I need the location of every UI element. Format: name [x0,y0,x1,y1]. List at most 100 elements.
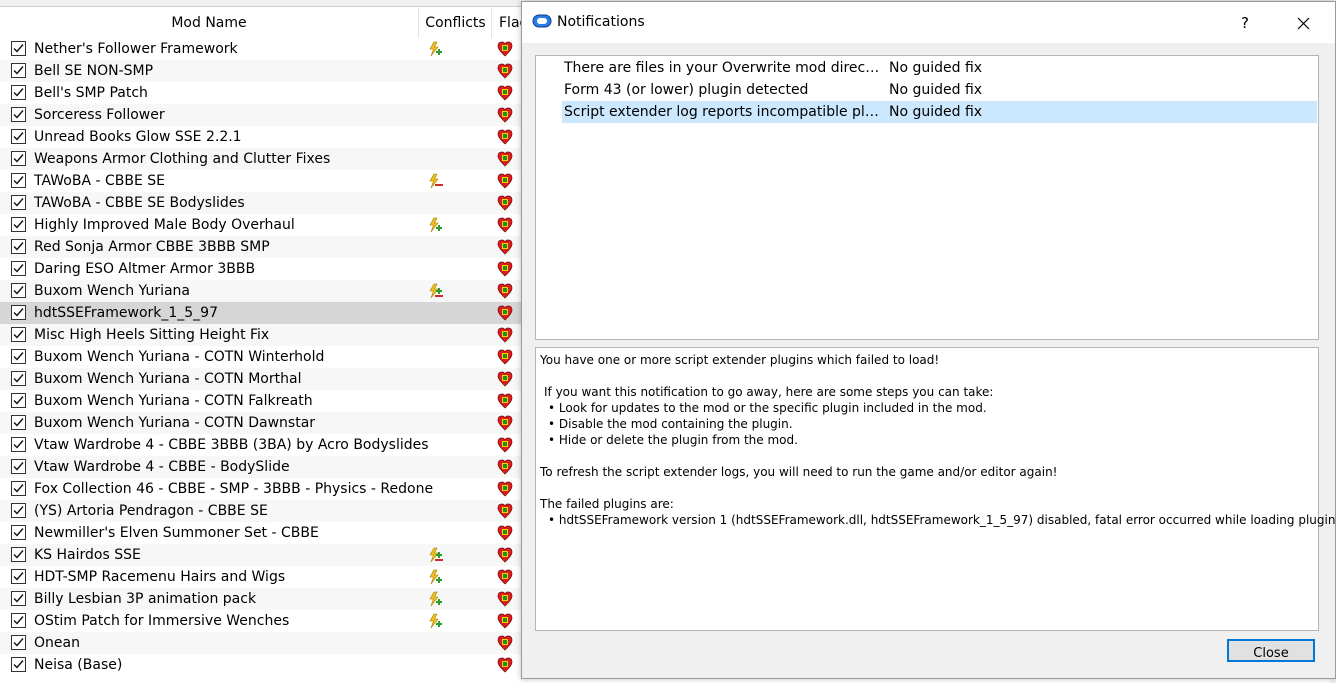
mod-enabled-checkbox[interactable] [11,129,26,144]
mod-row[interactable]: (YS) Artoria Pendragon - CBBE SE [0,500,522,522]
mod-name: Bell SE NON-SMP [34,63,154,79]
notification-fix: No guided fix [889,60,983,76]
conflict-overwritten-icon [427,173,443,189]
mod-row[interactable]: Weapons Armor Clothing and Clutter Fixes [0,148,522,170]
mod-enabled-checkbox[interactable] [11,481,26,496]
mod-row[interactable]: Vtaw Wardrobe 4 - CBBE - BodySlide [0,456,522,478]
notification-message: There are files in your Overwrite mod di… [564,60,882,76]
mod-name: Weapons Armor Clothing and Clutter Fixes [34,151,331,167]
mod-row[interactable]: HDT-SMP Racemenu Hairs and Wigs [0,566,522,588]
mod-name: TAWoBA - CBBE SE Bodyslides [34,195,245,211]
mod-row[interactable]: Misc High Heels Sitting Height Fix [0,324,522,346]
close-icon[interactable] [1286,8,1320,38]
mod-row[interactable]: Bell's SMP Patch [0,82,522,104]
mod-row[interactable]: Unread Books Glow SSE 2.2.1 [0,126,522,148]
mod-enabled-checkbox[interactable] [11,195,26,210]
mod-name: Vtaw Wardrobe 4 - CBBE - BodySlide [34,459,290,475]
details-refresh-note: To refresh the script extender logs, you… [540,465,1058,479]
plugin-flag-icon [497,305,513,321]
mod-name: Unread Books Glow SSE 2.2.1 [34,129,242,145]
mod-row[interactable]: KS Hairdos SSE [0,544,522,566]
mod-enabled-checkbox[interactable] [11,63,26,78]
mod-enabled-checkbox[interactable] [11,657,26,672]
mod-enabled-checkbox[interactable] [11,85,26,100]
mod-row[interactable]: Buxom Wench Yuriana - COTN Morthal [0,368,522,390]
mod-enabled-checkbox[interactable] [11,393,26,408]
mod-list-rows: Nether's Follower Framework Bell SE NON-S… [0,38,522,676]
mod-name: Buxom Wench Yuriana - COTN Falkreath [34,393,313,409]
mod-row[interactable]: Highly Improved Male Body Overhaul [0,214,522,236]
mod-enabled-checkbox[interactable] [11,349,26,364]
notification-message: Form 43 (or lower) plugin detected [564,82,809,98]
details-step-1: • Look for updates to the mod or the spe… [548,401,987,415]
mod-enabled-checkbox[interactable] [11,503,26,518]
mod-row[interactable]: Vtaw Wardrobe 4 - CBBE 3BBB (3BA) by Acr… [0,434,522,456]
mod-row[interactable]: Buxom Wench Yuriana - COTN Winterhold [0,346,522,368]
mod-name: Nether's Follower Framework [34,41,238,57]
mod-row[interactable]: Bell SE NON-SMP [0,60,522,82]
column-header-mod-name[interactable]: Mod Name [0,8,419,38]
mod-enabled-checkbox[interactable] [11,459,26,474]
plugin-flag-icon [497,503,513,519]
mod-enabled-checkbox[interactable] [11,261,26,276]
mod-enabled-checkbox[interactable] [11,327,26,342]
mod-enabled-checkbox[interactable] [11,569,26,584]
plugin-flag-icon [497,41,513,57]
mod-row[interactable]: Onean [0,632,522,654]
mod-enabled-checkbox[interactable] [11,635,26,650]
mod-row[interactable]: Billy Lesbian 3P animation pack [0,588,522,610]
mod-row[interactable]: Nether's Follower Framework [0,38,522,60]
mod-row[interactable]: Sorceress Follower [0,104,522,126]
mod-name: Buxom Wench Yuriana - COTN Morthal [34,371,302,387]
mod-enabled-checkbox[interactable] [11,305,26,320]
mod-enabled-checkbox[interactable] [11,173,26,188]
notification-list[interactable]: There are files in your Overwrite mod di… [535,55,1319,340]
mod-row[interactable]: Buxom Wench Yuriana - COTN Dawnstar [0,412,522,434]
mod-row[interactable]: Red Sonja Armor CBBE 3BBB SMP [0,236,522,258]
mod-enabled-checkbox[interactable] [11,591,26,606]
mod-row[interactable]: Newmiller's Elven Summoner Set - CBBE [0,522,522,544]
plugin-flag-icon [497,393,513,409]
help-button[interactable]: ? [1228,8,1262,38]
mod-enabled-checkbox[interactable] [11,239,26,254]
mod-name: Red Sonja Armor CBBE 3BBB SMP [34,239,270,255]
mod-row[interactable]: TAWoBA - CBBE SE [0,170,522,192]
mod-name: Buxom Wench Yuriana - COTN Dawnstar [34,415,316,431]
notification-row[interactable]: Script extender log reports incompatible… [562,101,1317,123]
mod-row[interactable]: Fox Collection 46 - CBBE - SMP - 3BBB - … [0,478,522,500]
mod-row[interactable]: Daring ESO Altmer Armor 3BBB [0,258,522,280]
mod-row[interactable]: OStim Patch for Immersive Wenches [0,610,522,632]
mod-row[interactable]: Neisa (Base) [0,654,522,676]
mod-name: Billy Lesbian 3P animation pack [34,591,257,607]
column-header-conflicts[interactable]: Conflicts [420,8,492,38]
plugin-flag-icon [497,437,513,453]
mod-enabled-checkbox[interactable] [11,107,26,122]
notification-row[interactable]: There are files in your Overwrite mod di… [562,57,1317,79]
mod-row[interactable]: TAWoBA - CBBE SE Bodyslides [0,192,522,214]
notifications-dialog: Notifications ? There are files in your … [521,1,1336,679]
plugin-flag-icon [497,657,513,673]
plugin-flag-icon [497,173,513,189]
plugin-flag-icon [497,129,513,145]
mod-enabled-checkbox[interactable] [11,217,26,232]
mod-enabled-checkbox[interactable] [11,415,26,430]
mod-enabled-checkbox[interactable] [11,525,26,540]
mod-name: Buxom Wench Yuriana [34,283,191,299]
mod-enabled-checkbox[interactable] [11,41,26,56]
mod-enabled-checkbox[interactable] [11,283,26,298]
mod-row[interactable]: Buxom Wench Yuriana - COTN Falkreath [0,390,522,412]
mod-row[interactable]: hdtSSEFramework_1_5_97 [0,302,522,324]
mod-enabled-checkbox[interactable] [11,437,26,452]
details-step-2: • Disable the mod containing the plugin. [548,417,793,431]
notification-row[interactable]: Form 43 (or lower) plugin detected No gui… [562,79,1317,101]
mod-enabled-checkbox[interactable] [11,151,26,166]
plugin-flag-icon [497,327,513,343]
close-button[interactable]: Close [1227,639,1315,662]
conflict-overwrite-icon [427,41,443,57]
mod-row[interactable]: Buxom Wench Yuriana [0,280,522,302]
mod-enabled-checkbox[interactable] [11,613,26,628]
details-intro: You have one or more script extender plu… [540,353,940,367]
plugin-flag-icon [497,85,513,101]
mod-enabled-checkbox[interactable] [11,547,26,562]
mod-enabled-checkbox[interactable] [11,371,26,386]
